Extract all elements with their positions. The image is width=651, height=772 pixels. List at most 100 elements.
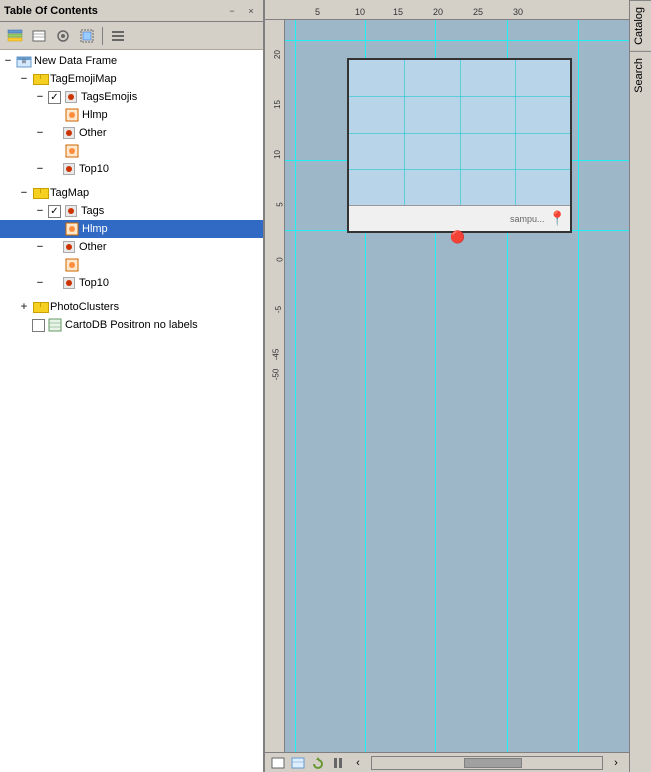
ruler-mark-v-20: 20 [273, 50, 282, 59]
source-view-button[interactable] [28, 25, 50, 47]
folder-icon-tag-emoji-map [32, 71, 48, 87]
ruler-mark-25: 25 [473, 7, 483, 17]
map-legend-area: sampu... 📍 [349, 205, 570, 231]
map-canvas[interactable]: sampu... 📍 🔴 [285, 20, 629, 752]
layer-icon-top10-1 [61, 161, 77, 177]
visibility-view-button[interactable] [52, 25, 74, 47]
toc-header-icons: − × [224, 3, 259, 19]
ruler-left: 20 15 10 5 0 -5 -45 -50 [265, 20, 285, 752]
map-frame-content [349, 60, 570, 205]
expander-photo-clusters[interactable] [16, 299, 32, 315]
ruler-mark-30: 30 [513, 7, 523, 17]
tree-node-tag-emoji-map[interactable]: TagEmojiMap [0, 70, 263, 88]
right-sidebar: Catalog Search [629, 0, 651, 772]
checkbox-carto-db[interactable] [32, 319, 45, 332]
toc-minimize-button[interactable]: − [224, 3, 240, 19]
expander-new-data-frame[interactable] [0, 53, 16, 69]
tree-node-photo-clusters[interactable]: PhotoClusters [0, 298, 263, 316]
label-tags: Tags [81, 205, 259, 217]
guide-v-5 [578, 20, 579, 752]
tree-node-other-2-symbol[interactable] [0, 256, 263, 274]
expander-tags[interactable] [32, 203, 48, 219]
checkbox-tags[interactable] [48, 205, 61, 218]
label-hlmp2: Hlmp [82, 223, 259, 235]
basemap-icon-carto-db [47, 317, 63, 333]
toolbar-separator [102, 27, 103, 45]
tree-node-new-data-frame[interactable]: ⊞ New Data Frame [0, 52, 263, 70]
selection-view-button[interactable] [76, 25, 98, 47]
tree-node-carto-db[interactable]: CartoDB Positron no labels [0, 316, 263, 334]
expander-tag-emoji-map[interactable] [16, 71, 32, 87]
symbol-icon-other-2 [64, 257, 80, 273]
ruler-mark-v-neg50: -50 [272, 369, 281, 381]
label-tags-emojis: TagsEmojis [81, 91, 259, 103]
expander-tags-emojis[interactable] [32, 89, 48, 105]
tree-node-top10-1[interactable]: Top10 [0, 160, 263, 178]
ruler-mark-v-5: 5 [275, 202, 284, 206]
label-other-2: Other [79, 241, 259, 253]
options-button[interactable] [107, 25, 129, 47]
search-tab[interactable]: Search [630, 51, 651, 99]
toc-close-button[interactable]: × [243, 3, 259, 19]
application-window: Table Of Contents − × [0, 0, 651, 772]
list-view-button[interactable] [4, 25, 26, 47]
expander-top10-1[interactable] [32, 161, 48, 177]
legend-text: sampu... [510, 214, 545, 224]
expander-top10-2[interactable] [32, 275, 48, 291]
pause-button[interactable] [329, 755, 347, 771]
label-tag-map: TagMap [50, 187, 259, 199]
ruler-mark-v-15: 15 [273, 100, 282, 109]
ruler-marks-top: 5 10 15 20 25 30 [305, 0, 629, 18]
toc-title: Table Of Contents [4, 5, 98, 17]
ruler-top: 5 10 15 20 25 30 [265, 0, 629, 20]
tree-node-tag-map[interactable]: TagMap [0, 184, 263, 202]
tree-node-other-2[interactable]: Other [0, 238, 263, 256]
ruler-mark-v-10: 10 [273, 150, 282, 159]
ruler-mark-15: 15 [393, 7, 403, 17]
label-top10-1: Top10 [79, 163, 259, 175]
symbol-icon-hlmp [64, 107, 80, 123]
label-tag-emoji-map: TagEmojiMap [50, 73, 259, 85]
map-icon: 🔴 [450, 230, 465, 244]
legend-emoji: 📍 [549, 210, 566, 227]
folder-icon-tag-map [32, 185, 48, 201]
tree-node-hlmp2[interactable]: Hlmp [0, 220, 263, 238]
tree-node-other-1[interactable]: Other [0, 124, 263, 142]
ruler-mark-v-0: 0 [275, 257, 284, 261]
ruler-mark-5: 5 [315, 7, 320, 17]
guide-h-1 [285, 40, 629, 41]
refresh-button[interactable] [309, 755, 327, 771]
symbol-icon-hlmp2 [64, 221, 80, 237]
toc-header: Table Of Contents − × [0, 0, 263, 22]
scrollbar-thumb[interactable] [464, 758, 522, 768]
catalog-tab[interactable]: Catalog [630, 0, 651, 51]
tree-node-other-1-symbol[interactable] [0, 142, 263, 160]
map-body: 20 15 10 5 0 -5 -45 -50 [265, 20, 629, 752]
page-view-button[interactable] [269, 755, 287, 771]
tree-node-tags-emojis[interactable]: TagsEmojis [0, 88, 263, 106]
dataframe-icon: ⊞ [16, 53, 32, 69]
ruler-mark-v-neg45: -45 [272, 349, 281, 361]
guide-v-1 [295, 20, 296, 752]
page-frame[interactable]: sampu... 📍 [347, 58, 572, 233]
expander-tag-map[interactable] [16, 185, 32, 201]
ruler-mark-v-neg5: -5 [274, 306, 283, 313]
bottom-bar: ‹ › [265, 752, 629, 772]
tree-node-hlmp[interactable]: Hlmp [0, 106, 263, 124]
expander-other-1[interactable] [32, 125, 48, 141]
scroll-left-button[interactable]: ‹ [349, 755, 367, 771]
label-carto-db: CartoDB Positron no labels [65, 319, 259, 331]
layer-icon-other-2 [61, 239, 77, 255]
checkbox-tags-emojis[interactable] [48, 91, 61, 104]
layer-icon-top10-2 [61, 275, 77, 291]
label-hlmp: Hlmp [82, 109, 259, 121]
label-other-1: Other [79, 127, 259, 139]
tree-node-tags[interactable]: Tags [0, 202, 263, 220]
scroll-right-button[interactable]: › [607, 755, 625, 771]
toc-toolbar [0, 22, 263, 50]
horizontal-scrollbar[interactable] [371, 756, 603, 770]
layout-view-button[interactable] [289, 755, 307, 771]
tree-node-top10-2[interactable]: Top10 [0, 274, 263, 292]
ruler-mark-10: 10 [355, 7, 365, 17]
expander-other-2[interactable] [32, 239, 48, 255]
